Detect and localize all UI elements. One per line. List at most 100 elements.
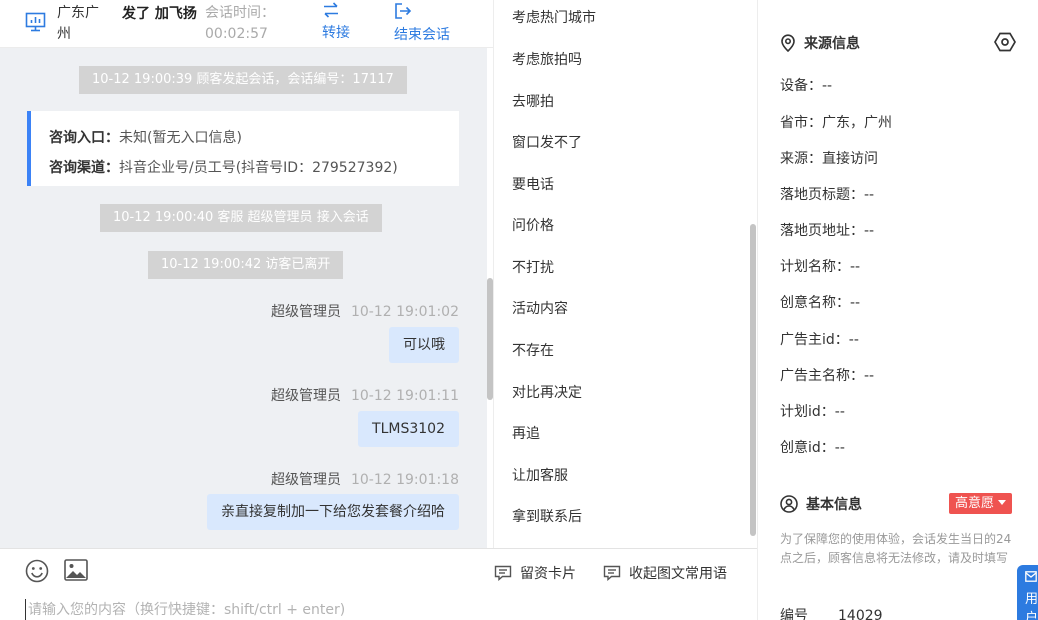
customer-code-label: 编号 xyxy=(780,608,808,620)
monitor-icon xyxy=(25,12,46,32)
quick-reply-scrollbar[interactable] xyxy=(749,0,757,548)
quick-reply-item[interactable]: 问价格 xyxy=(512,215,554,235)
consult-info-card: 咨询入口：未知(暂无入口信息) 咨询渠道：抖音企业号/员工号(抖音号ID：279… xyxy=(27,111,459,186)
consult-entry-value: 未知(暂无入口信息) xyxy=(119,130,242,146)
quick-reply-panel: 考虑热门城市 考虑旅拍吗 去哪拍 窗口发不了 要电话 问价格 不打扰 活动内容 … xyxy=(493,0,757,548)
message-time: 10-12 19:01:02 xyxy=(350,304,459,320)
plan-id-value: -- xyxy=(834,404,845,420)
customer-code-value: 14029 xyxy=(838,608,883,620)
system-message-join: 10-12 19:00:40 客服 超级管理员 接入会话 xyxy=(100,204,382,232)
source-region-row: 省市：广东，广州 xyxy=(780,112,892,132)
caret-down-icon xyxy=(998,500,1007,505)
end-session-label: 结束会话 xyxy=(394,27,450,43)
consult-entry-row: 咨询入口：未知(暂无入口信息) xyxy=(49,123,459,153)
creative-name-row: 创意名称：-- xyxy=(780,292,860,312)
creative-id-row: 创意id：-- xyxy=(780,437,845,457)
creative-id-value: -- xyxy=(834,440,845,456)
creative-name-value: -- xyxy=(850,295,861,311)
landing-url-label: 落地页地址： xyxy=(780,223,864,239)
source-device-label: 设备： xyxy=(780,78,822,94)
source-origin-value: 直接访问 xyxy=(822,151,878,167)
basic-info-title-text: 基本信息 xyxy=(806,497,862,513)
card-icon xyxy=(494,565,512,582)
advertiser-name-row: 广告主名称：-- xyxy=(780,365,874,385)
message-time: 10-12 19:01:18 xyxy=(350,472,459,488)
session-time: 会话时间： 00:02:57 xyxy=(205,3,275,45)
user-circle-icon xyxy=(780,495,798,513)
advertiser-name-label: 广告主名称： xyxy=(780,368,864,384)
source-region-value: 广东，广州 xyxy=(822,115,892,131)
edit-notice: 为了保障您的使用体验，会话发生当日的24点之后，顾客信息将无法修改，请及时填写 xyxy=(780,532,1012,565)
message-bubble[interactable]: 可以哦 xyxy=(389,327,459,363)
quick-reply-item[interactable]: 考虑热门城市 xyxy=(512,7,596,27)
transfer-icon xyxy=(324,2,338,18)
message-meta: 超级管理员 10-12 19:01:18 xyxy=(271,469,459,489)
quick-reply-item[interactable]: 去哪拍 xyxy=(512,91,554,111)
source-origin-label: 来源： xyxy=(780,151,822,167)
creative-id-label: 创意id： xyxy=(780,440,835,456)
system-message-left: 10-12 19:00:42 访客已离开 xyxy=(148,251,344,279)
floating-user-tab-label: 用户 xyxy=(1025,592,1038,620)
source-device-row: 设备：-- xyxy=(780,75,832,95)
collapse-phrases-label: 收起图文常用语 xyxy=(629,566,727,582)
plan-id-label: 计划id： xyxy=(780,404,835,420)
quick-reply-item[interactable]: 让加客服 xyxy=(512,465,568,485)
message-time: 10-12 19:01:11 xyxy=(350,388,459,404)
visitor-info-panel: 来源信息 设备：-- 省市：广东，广州 来源：直接访问 落地页标题：-- 落地页… xyxy=(757,0,1038,620)
plan-name-row: 计划名称：-- xyxy=(780,256,860,276)
lead-card-label: 留资卡片 xyxy=(520,566,576,582)
quick-reply-scrollbar-thumb[interactable] xyxy=(750,224,756,536)
settings-icon[interactable] xyxy=(994,31,1016,53)
transfer-button[interactable]: 转接 xyxy=(322,2,350,42)
source-region-label: 省市： xyxy=(780,115,822,131)
plan-name-label: 计划名称： xyxy=(780,259,850,275)
advertiser-name-value: -- xyxy=(864,368,875,384)
intent-level-label: 高意愿 xyxy=(955,496,995,511)
collapse-phrases-button[interactable]: 收起图文常用语 xyxy=(603,563,727,583)
message-bubble[interactable]: TLMS3102 xyxy=(358,411,459,447)
quick-reply-item[interactable]: 再追 xyxy=(512,423,540,443)
lead-card-button[interactable]: 留资卡片 xyxy=(494,563,576,583)
customer-service-workspace: 广东广州 发了 加飞扬 会话时间： 00:02:57 转接 结束会话 10-12… xyxy=(0,0,1038,620)
message-bubble[interactable]: 亲直接复制加一下给您发套餐介绍哈 xyxy=(207,494,459,530)
advertiser-id-label: 广告主id： xyxy=(780,332,849,348)
message-meta: 超级管理员 10-12 19:01:02 xyxy=(271,301,459,321)
source-info-title: 来源信息 xyxy=(780,33,860,53)
message-meta: 超级管理员 10-12 19:01:11 xyxy=(271,385,459,405)
source-device-value: -- xyxy=(822,78,833,94)
transfer-label: 转接 xyxy=(322,25,350,41)
emoji-icon[interactable] xyxy=(25,559,49,583)
exit-icon xyxy=(395,3,412,19)
plan-id-row: 计划id：-- xyxy=(780,401,845,421)
image-icon[interactable] xyxy=(64,559,88,581)
floating-user-tab[interactable]: 用户 xyxy=(1017,565,1038,620)
creative-name-label: 创意名称： xyxy=(780,295,850,311)
landing-title-value: -- xyxy=(864,187,875,203)
consult-channel-value: 抖音企业号/员工号(抖音号ID：279527392) xyxy=(119,160,398,176)
quick-reply-item[interactable]: 拿到联系后 xyxy=(512,506,582,526)
quick-reply-item[interactable]: 对比再决定 xyxy=(512,382,582,402)
landing-url-value: -- xyxy=(864,223,875,239)
quick-reply-item[interactable]: 不存在 xyxy=(512,340,554,360)
landing-url-row: 落地页地址：-- xyxy=(780,220,874,240)
visitor-location: 广东广州 xyxy=(57,5,99,42)
intent-level-dropdown[interactable]: 高意愿 xyxy=(949,493,1013,514)
quick-reply-item[interactable]: 要电话 xyxy=(512,174,554,194)
landing-title-row: 落地页标题：-- xyxy=(780,184,874,204)
end-session-button[interactable]: 结束会话 xyxy=(394,2,450,44)
visitor-name: 发了 加飞扬 xyxy=(122,6,197,22)
quick-reply-item[interactable]: 窗口发不了 xyxy=(512,132,582,152)
basic-info-title: 基本信息 xyxy=(780,494,862,514)
quick-reply-item[interactable]: 活动内容 xyxy=(512,298,568,318)
message-sender: 超级管理员 xyxy=(270,388,341,404)
advertiser-id-value: -- xyxy=(848,332,859,348)
location-pin-icon xyxy=(781,34,795,53)
message-input[interactable] xyxy=(25,599,485,620)
chat-history[interactable]: 10-12 19:00:39 顾客发起会话，会话编号：17117 咨询入口：未知… xyxy=(0,48,487,548)
quick-reply-item[interactable]: 不打扰 xyxy=(512,257,554,277)
message-icon xyxy=(603,565,621,582)
quick-reply-item[interactable]: 考虑旅拍吗 xyxy=(512,49,582,69)
mail-icon xyxy=(1025,571,1037,582)
message-sender: 超级管理员 xyxy=(270,472,341,488)
system-message-start: 10-12 19:00:39 顾客发起会话，会话编号：17117 xyxy=(79,66,407,94)
